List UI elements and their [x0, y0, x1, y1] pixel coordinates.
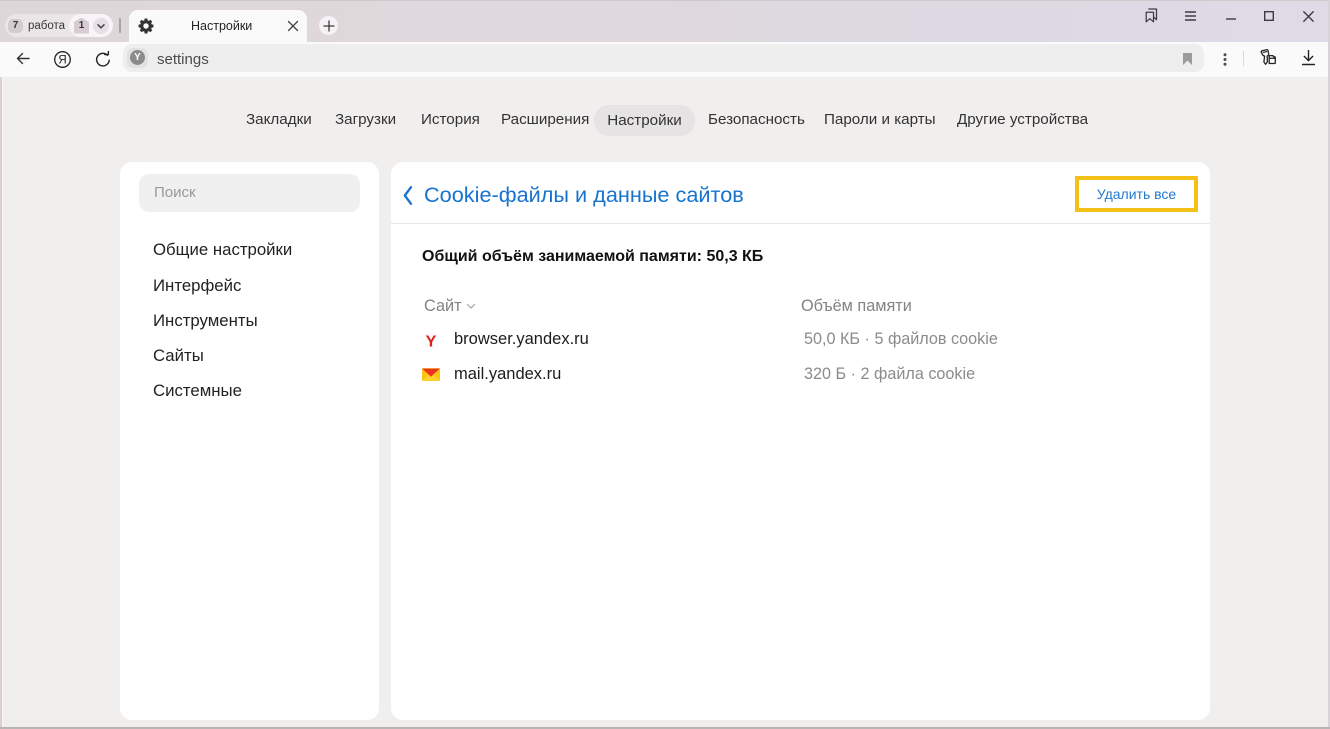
svg-text:Я: Я	[58, 55, 66, 67]
svg-text:Y: Y	[426, 334, 437, 350]
